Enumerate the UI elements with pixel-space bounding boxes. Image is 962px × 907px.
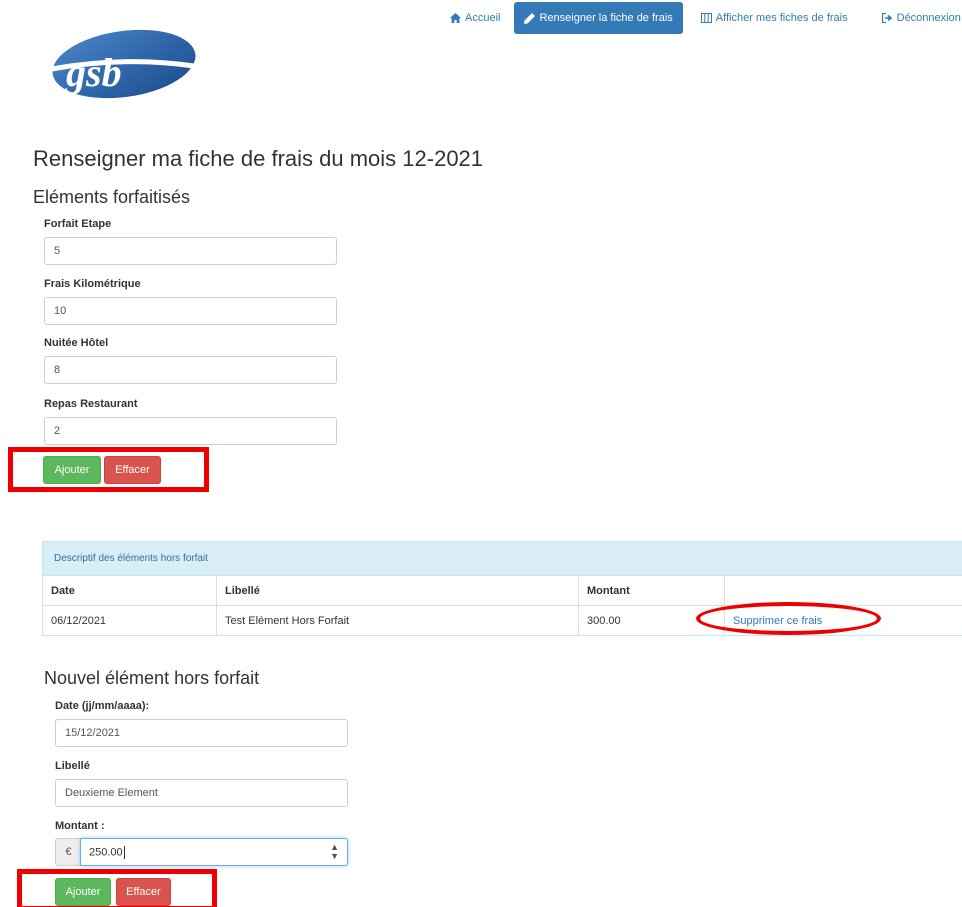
section-nouvel-title: Nouvel élément hors forfait xyxy=(44,668,260,688)
montant-value: 250.00 xyxy=(89,845,123,858)
frais-km-label: Frais Kilométrique xyxy=(44,278,141,290)
gsb-logo: gsb xyxy=(44,26,200,100)
highlight-nouvel-buttons xyxy=(17,869,217,907)
top-nav: Accueil Renseigner la fiche de frais Aff… xyxy=(440,0,962,36)
table-header-row: Date Libellé Montant xyxy=(43,576,962,606)
nav-renseigner-label: Renseigner la fiche de frais xyxy=(539,12,673,24)
currency-addon: € xyxy=(55,838,81,866)
nuitee-hotel-input[interactable]: 8 xyxy=(44,356,337,384)
repas-restaurant-input[interactable]: 2 xyxy=(44,417,337,445)
nav-afficher-label: Afficher mes fiches de frais xyxy=(715,12,848,24)
frais-km-input[interactable]: 10 xyxy=(44,297,337,325)
date-input[interactable]: 15/12/2021 xyxy=(55,719,348,747)
columns-icon xyxy=(700,13,712,23)
montant-label: Montant : xyxy=(55,820,105,832)
text-caret xyxy=(123,845,125,859)
col-libelle: Libellé xyxy=(217,576,579,605)
nav-afficher-fiches[interactable]: Afficher mes fiches de frais xyxy=(691,2,858,34)
row-date: 06/12/2021 xyxy=(43,606,217,636)
col-date: Date xyxy=(43,576,217,605)
libelle-input[interactable]: Deuxieme Element xyxy=(55,779,348,807)
row-libelle: Test Elément Hors Forfait xyxy=(217,606,579,636)
nuitee-hotel-label: Nuitée Hôtel xyxy=(44,337,109,349)
highlight-forfait-buttons xyxy=(8,447,209,492)
section-forfait-title: Eléments forfaitisés xyxy=(33,187,191,207)
forfait-etape-label: Forfait Etape xyxy=(44,218,112,230)
home-icon xyxy=(450,13,461,23)
spinner-icon[interactable]: ▲ ▼ xyxy=(330,843,339,861)
panel-heading: Descriptif des éléments hors forfait xyxy=(43,542,962,576)
libelle-label: Libellé xyxy=(55,760,90,772)
montant-value-wrap: 250.00 xyxy=(89,845,125,859)
page-title: Renseigner ma fiche de frais du mois 12-… xyxy=(33,146,484,171)
forfait-etape-input[interactable]: 5 xyxy=(44,237,337,265)
nav-deconnexion-label: Déconnexion xyxy=(896,12,961,24)
repas-restaurant-label: Repas Restaurant xyxy=(44,398,138,410)
col-action xyxy=(725,576,962,605)
nav-accueil[interactable]: Accueil xyxy=(440,2,510,34)
highlight-supprimer-link xyxy=(696,602,881,635)
logo-text: gsb xyxy=(65,50,122,95)
montant-input[interactable]: 250.00 ▲ ▼ xyxy=(80,838,348,866)
nav-deconnexion[interactable]: Déconnexion xyxy=(872,2,962,34)
nav-accueil-label: Accueil xyxy=(465,12,501,24)
pencil-icon xyxy=(524,12,536,24)
col-montant: Montant xyxy=(579,576,725,605)
date-label: Date (jj/mm/aaaa): xyxy=(55,700,150,712)
logout-icon xyxy=(881,13,892,23)
nav-renseigner-fiche[interactable]: Renseigner la fiche de frais xyxy=(514,2,683,34)
